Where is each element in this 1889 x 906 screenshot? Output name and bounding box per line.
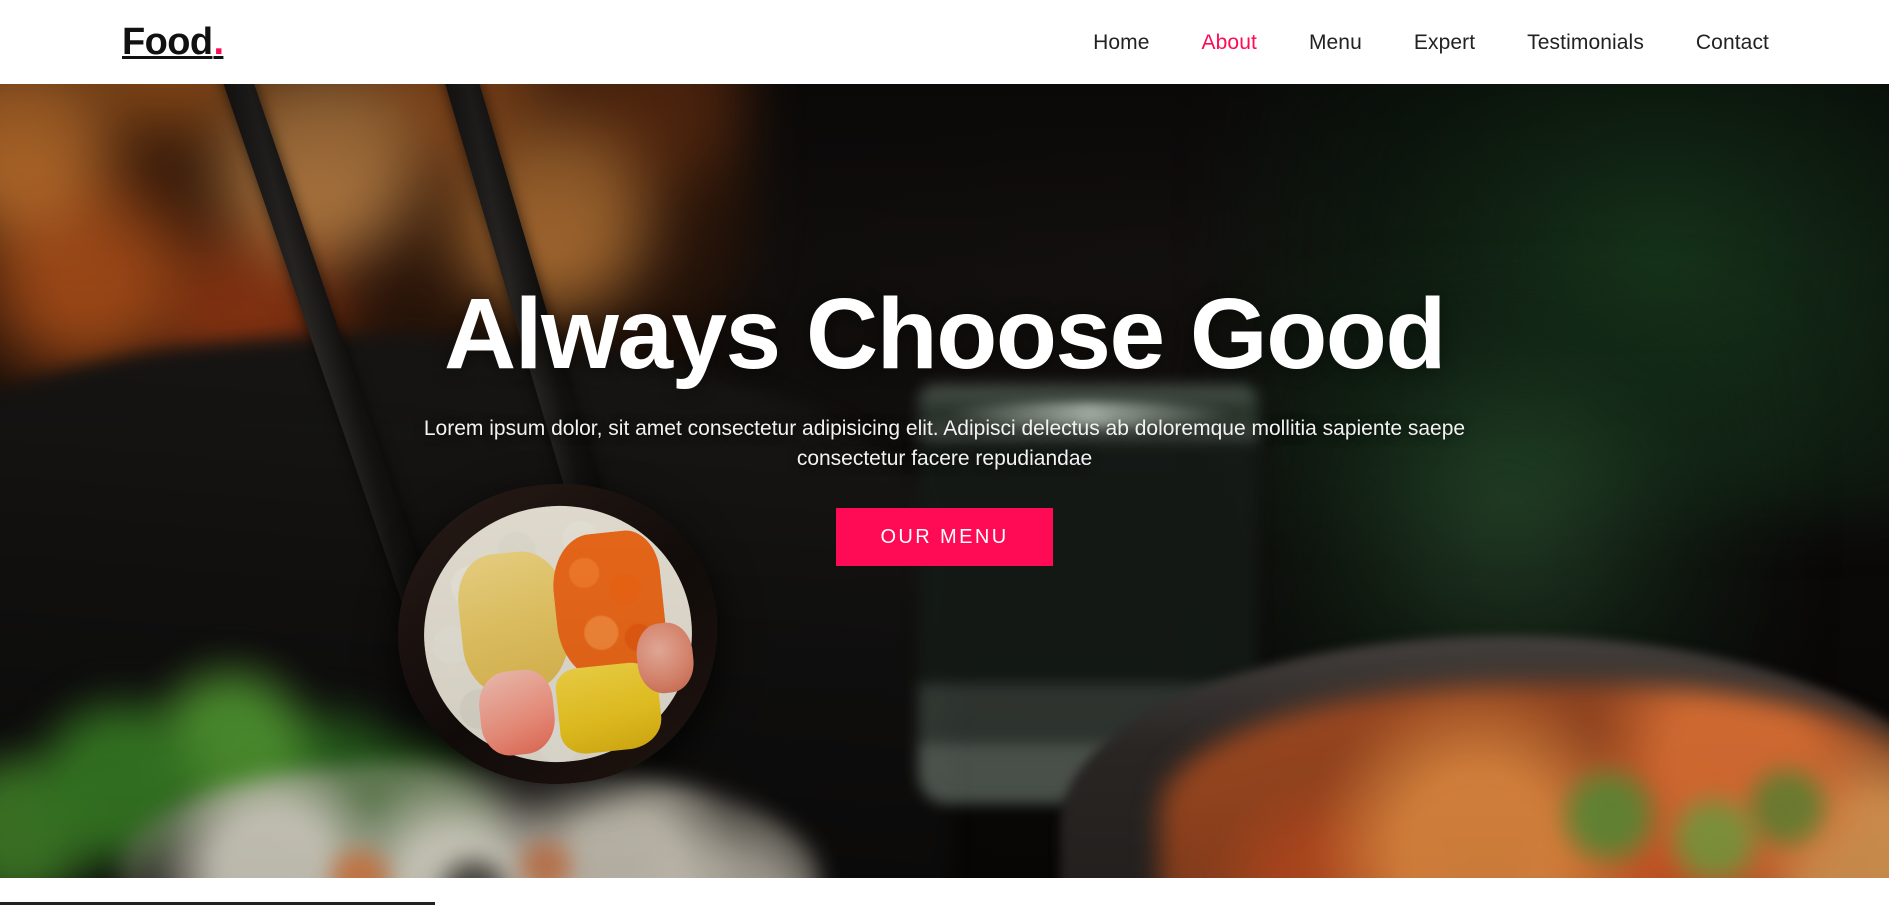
section-divider-rule (0, 902, 435, 905)
nav-item-contact[interactable]: Contact (1696, 32, 1769, 53)
hero-subtitle: Lorem ipsum dolor, sit amet consectetur … (423, 417, 1466, 470)
nav-item-home[interactable]: Home (1093, 32, 1149, 53)
nav-item-about[interactable]: About (1202, 32, 1257, 53)
nav-item-expert[interactable]: Expert (1414, 32, 1475, 53)
brand-logo[interactable]: Food. (122, 21, 224, 63)
our-menu-button[interactable]: OUR MENU (836, 507, 1053, 566)
main-navigation: Home About Menu Expert Testimonials Cont… (1093, 32, 1769, 53)
nav-item-menu[interactable]: Menu (1309, 32, 1362, 53)
photo-pan-garnish (1510, 756, 1840, 878)
nav-item-testimonials[interactable]: Testimonials (1527, 32, 1644, 53)
brand-dot: . (213, 21, 224, 63)
site-header: Food. Home About Menu Expert Testimonial… (0, 0, 1889, 84)
brand-name: Food (122, 21, 213, 63)
hero-content: Always Choose Good Lorem ipsum dolor, si… (0, 280, 1889, 566)
photo-plate-accent (300, 819, 600, 878)
page-root: Food. Home About Menu Expert Testimonial… (0, 0, 1889, 906)
hero-section: Always Choose Good Lorem ipsum dolor, si… (0, 84, 1889, 878)
next-section-strip (0, 878, 1889, 906)
hero-title: Always Choose Good (444, 278, 1446, 390)
